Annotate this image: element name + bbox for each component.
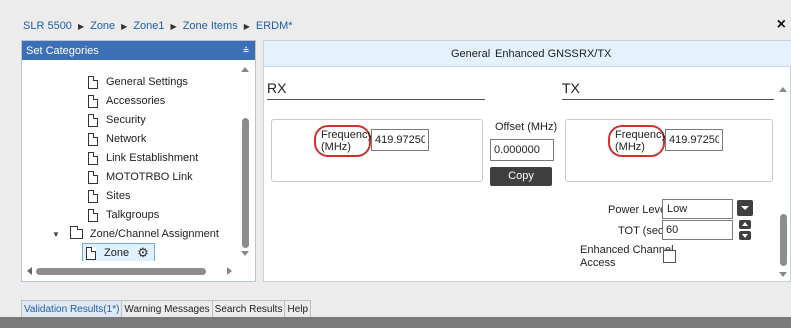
document-icon (88, 132, 98, 146)
document-icon (88, 208, 98, 222)
tree-item-label: Network (106, 133, 147, 145)
power-level-label: Power Level (608, 204, 669, 216)
breadcrumb-item-zone-items[interactable]: Zone Items (183, 20, 238, 32)
tx-divider (562, 99, 774, 100)
document-icon (86, 246, 96, 260)
status-bar (0, 317, 791, 328)
rx-frequency-input[interactable] (371, 129, 429, 151)
breadcrumb-separator-icon: ▶ (77, 21, 85, 31)
rx-divider (267, 99, 485, 100)
scroll-down-arrow-icon[interactable] (779, 272, 787, 277)
set-categories-panel: Set Categories ⩮ General Settings Access… (21, 40, 256, 282)
settings-tabs: General Enhanced GNSS RX/TX (264, 41, 791, 67)
tree-item-label: Sites (106, 190, 131, 202)
tot-input[interactable] (662, 220, 733, 240)
breadcrumb-bar: SLR 5500 ▶ Zone ▶ Zone1 ▶ Zone Items ▶ E… (0, 0, 791, 38)
scroll-left-arrow-icon[interactable] (27, 267, 32, 275)
enhanced-channel-access-label-line2: Access (580, 257, 616, 269)
tree-item-sites[interactable]: Sites (88, 187, 130, 205)
tree-item-security[interactable]: Security (88, 111, 146, 129)
enhanced-channel-access-checkbox[interactable] (663, 250, 676, 263)
rx-section-title: RX (267, 80, 287, 96)
folder-icon (69, 226, 83, 239)
tree-item-accessories[interactable]: Accessories (88, 92, 165, 110)
app-window: SLR 5500 ▶ Zone ▶ Zone1 ▶ Zone Items ▶ E… (0, 0, 791, 328)
scroll-up-arrow-icon[interactable] (779, 87, 787, 92)
tree-item-zone-channel-assignment[interactable]: ▼ Zone/Channel Assignment (52, 225, 219, 243)
tree-item-zone-selected[interactable]: Zone ⚙ (82, 243, 155, 263)
scroll-right-arrow-icon[interactable] (227, 267, 232, 275)
document-icon (88, 170, 98, 184)
breadcrumb-separator-icon: ▶ (170, 21, 177, 31)
tree-item-mototrbo-link[interactable]: MOTOTRBO Link (88, 168, 193, 186)
document-icon (88, 151, 98, 165)
stepper-up-icon[interactable] (739, 220, 751, 229)
settings-vertical-scrollbar[interactable] (777, 81, 790, 281)
tx-frequency-group: Frequency (MHz) (565, 119, 773, 182)
breadcrumb-item-erdm[interactable]: ERDM* (256, 20, 293, 32)
document-icon (88, 75, 98, 89)
power-level-dropdown[interactable]: Low (662, 199, 733, 219)
document-icon (88, 189, 98, 203)
pin-icon[interactable]: ⩮ (243, 45, 249, 56)
copy-button[interactable]: Copy (490, 167, 552, 186)
tree-item-link-establishment[interactable]: Link Establishment (88, 149, 198, 167)
tx-frequency-input[interactable] (665, 129, 723, 151)
tree-item-label: Zone/Channel Assignment (89, 228, 219, 240)
tab-rx-tx[interactable]: RX/TX (579, 48, 611, 60)
tx-frequency-unit-label: (MHz) (615, 141, 645, 153)
breadcrumb-item-zone[interactable]: Zone (90, 20, 115, 32)
tree-item-label: Link Establishment (106, 152, 199, 164)
breadcrumb-item-slr5500[interactable]: SLR 5500 (23, 20, 72, 32)
tx-section-title: TX (562, 80, 580, 96)
tab-general[interactable]: General (451, 48, 490, 60)
rx-frequency-unit-label: (MHz) (321, 141, 351, 153)
scroll-up-arrow-icon[interactable] (241, 67, 249, 72)
breadcrumb-separator-icon: ▶ (243, 21, 250, 31)
tree-item-label: Accessories (106, 95, 166, 107)
offset-input[interactable] (490, 139, 554, 161)
tot-label: TOT (sec) (618, 225, 668, 237)
document-icon (88, 94, 98, 108)
tree-item-label: General Settings (106, 76, 188, 88)
close-icon[interactable]: × (777, 16, 786, 34)
scroll-down-arrow-icon[interactable] (241, 251, 249, 256)
document-icon (88, 113, 98, 127)
category-tree: General Settings Accessories Security Ne… (22, 60, 237, 263)
rx-frequency-group: Frequency (MHz) (271, 119, 483, 182)
tab-enhanced-gnss[interactable]: Enhanced GNSS (495, 48, 579, 60)
tree-item-talkgroups[interactable]: Talkgroups (88, 206, 159, 224)
tree-item-label: Security (106, 114, 146, 126)
offset-label: Offset (MHz) (495, 121, 558, 133)
breadcrumb-item-zone1[interactable]: Zone1 (133, 20, 164, 32)
enhanced-channel-access-label: Enhanced Channel (580, 244, 674, 256)
tree-item-network[interactable]: Network (88, 130, 146, 148)
scroll-thumb[interactable] (36, 268, 206, 275)
scroll-thumb[interactable] (242, 118, 249, 248)
set-categories-header: Set Categories ⩮ (22, 41, 255, 60)
panel-title: Set Categories (26, 44, 99, 57)
breadcrumb: SLR 5500 ▶ Zone ▶ Zone1 ▶ Zone Items ▶ E… (23, 20, 293, 32)
tree-item-general-settings[interactable]: General Settings (88, 73, 188, 91)
settings-panel: General Enhanced GNSS RX/TX RX Frequency… (263, 40, 791, 282)
tree-item-label: Zone (104, 247, 130, 259)
tree-vertical-scrollbar[interactable] (235, 60, 255, 263)
scroll-thumb[interactable] (780, 214, 787, 266)
expand-chevron-icon[interactable]: ▼ (52, 230, 60, 239)
gear-icon[interactable]: ⚙ (137, 245, 149, 261)
tree-item-label: MOTOTRBO Link (106, 171, 193, 183)
stepper-down-icon[interactable] (739, 231, 751, 240)
tree-horizontal-scrollbar[interactable] (22, 261, 255, 281)
chevron-down-icon[interactable] (737, 200, 753, 216)
breadcrumb-separator-icon: ▶ (121, 21, 128, 31)
tot-stepper[interactable] (739, 220, 751, 240)
power-level-value: Low (667, 203, 688, 215)
tree-item-label: Talkgroups (106, 209, 160, 221)
